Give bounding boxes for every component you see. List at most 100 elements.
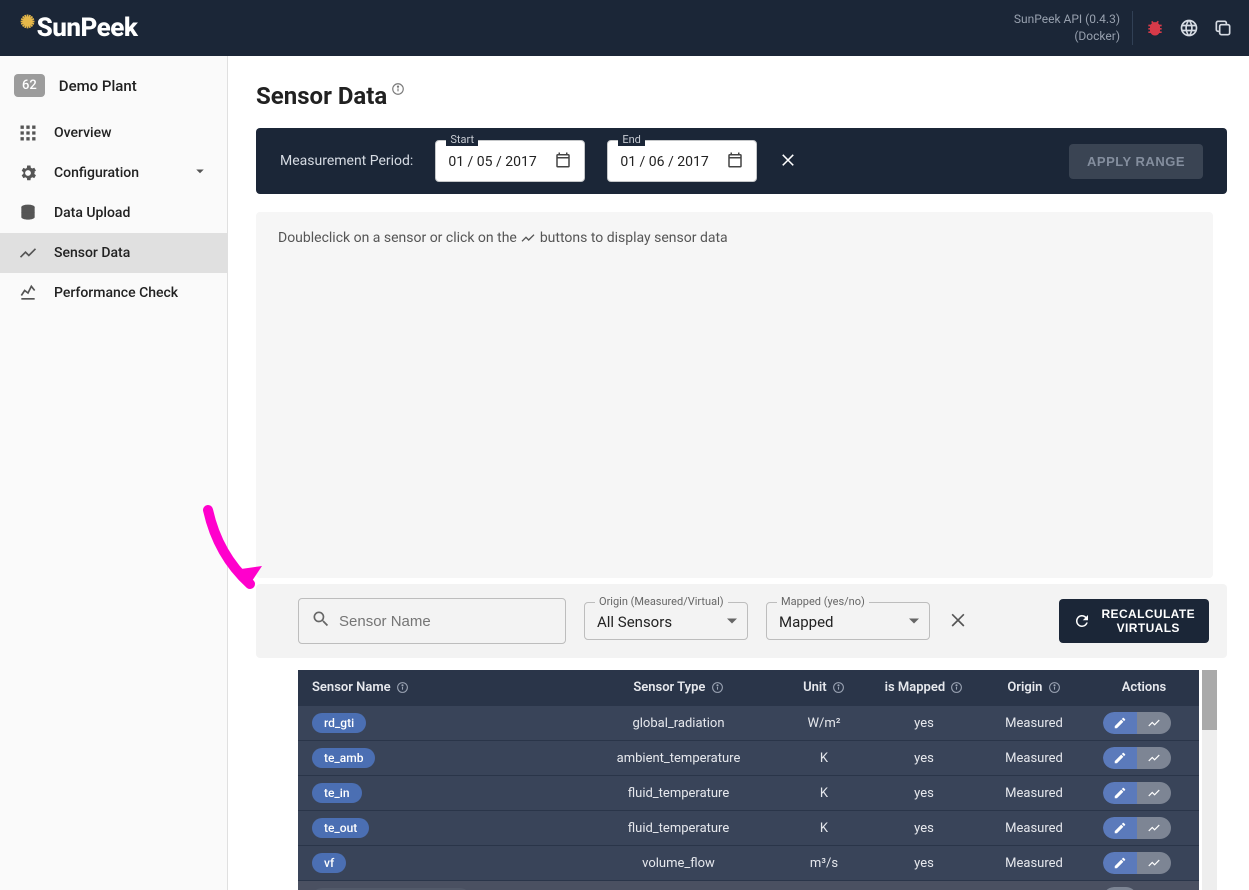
- sidebar-item-overview[interactable]: Overview: [0, 113, 227, 153]
- chevron-down-icon: [727, 619, 737, 624]
- api-info: SunPeek API (0.4.3) (Docker): [1014, 11, 1133, 45]
- table-row[interactable]: te_outfluid_temperatureKyesMeasured: [298, 811, 1199, 846]
- gear-icon: [18, 163, 38, 183]
- sensor-actions: [1089, 846, 1199, 881]
- table-row[interactable]: aoi__virtual__array_arconangle__90_90deg…: [298, 881, 1199, 890]
- info-icon: [832, 681, 845, 694]
- sun-icon: ✺: [20, 12, 35, 33]
- sensor-type: fluid_temperature: [578, 776, 779, 811]
- mapped-select[interactable]: Mapped (yes/no) Mapped: [766, 602, 930, 640]
- plot-button[interactable]: [1137, 852, 1171, 874]
- table-row[interactable]: te_in fluid_temperatureKyesMeasured: [298, 776, 1199, 811]
- chevron-down-icon: [909, 619, 919, 624]
- table-row[interactable]: te_ambambient_temperatureKyesMeasured: [298, 741, 1199, 776]
- sensor-type: global_radiation: [578, 706, 779, 741]
- sidebar-item-label: Performance Check: [54, 285, 178, 301]
- sensor-search-input[interactable]: [298, 598, 566, 644]
- app-name: SunPeek: [37, 13, 138, 43]
- chart-icon: [18, 283, 38, 303]
- plant-name: Demo Plant: [59, 77, 137, 95]
- sidebar-item-configuration[interactable]: Configuration: [0, 153, 227, 193]
- sensor-chip[interactable]: te_amb: [312, 748, 375, 768]
- table-row[interactable]: vfvolume_flowm³/syesMeasured: [298, 846, 1199, 881]
- sensor-unit: K: [779, 741, 869, 776]
- th-is-mapped[interactable]: is Mapped: [869, 670, 979, 706]
- chart-placeholder: Doubleclick on a sensor or click on the …: [256, 212, 1213, 578]
- end-date-input[interactable]: End 01 / 06 / 2017: [607, 140, 757, 182]
- sensor-chip[interactable]: vf: [312, 853, 346, 873]
- edit-button[interactable]: [1103, 747, 1137, 769]
- origin-select[interactable]: Origin (Measured/Virtual) All Sensors: [584, 602, 748, 640]
- main-content: Sensor Data Measurement Period: Start 01…: [228, 56, 1249, 890]
- sidebar-item-label: Configuration: [54, 165, 139, 181]
- recalculate-virtuals-button[interactable]: RECALCULATE VIRTUALS: [1059, 599, 1209, 644]
- hint-text-b: buttons to display sensor data: [540, 230, 728, 246]
- sensor-origin: Measured: [979, 776, 1089, 811]
- globe-icon[interactable]: [1177, 16, 1201, 40]
- apply-range-button[interactable]: APPLY RANGE: [1069, 144, 1203, 179]
- edit-button[interactable]: [1103, 782, 1137, 804]
- sensor-chip[interactable]: rd_gti: [312, 713, 366, 733]
- plant-selector[interactable]: 62 Demo Plant: [0, 74, 227, 113]
- origin-value: All Sensors: [597, 613, 672, 631]
- plot-button[interactable]: [1137, 817, 1171, 839]
- sensor-mapped: yes: [869, 706, 979, 741]
- info-icon[interactable]: [391, 82, 405, 100]
- plot-button[interactable]: [1137, 782, 1171, 804]
- page-title: Sensor Data: [256, 82, 1237, 110]
- chevron-down-icon: [191, 162, 209, 184]
- sidebar-item-performance-check[interactable]: Performance Check: [0, 273, 227, 313]
- edit-button[interactable]: [1103, 852, 1137, 874]
- sensor-actions: [1089, 776, 1199, 811]
- info-icon: [711, 681, 724, 694]
- sensor-chip[interactable]: te_out: [312, 818, 369, 838]
- sensor-mapped: yes: [869, 811, 979, 846]
- th-sensor-name[interactable]: Sensor Name: [298, 670, 578, 706]
- sensor-mapped: yes: [869, 776, 979, 811]
- sidebar-item-data-upload[interactable]: Data Upload: [0, 193, 227, 233]
- sensor-actions: [1089, 881, 1199, 890]
- sensor-type: volume_flow: [578, 846, 779, 881]
- plot-button[interactable]: [1137, 747, 1171, 769]
- api-version-text: SunPeek API (0.4.3): [1014, 11, 1120, 28]
- table-scrollbar[interactable]: [1202, 670, 1217, 890]
- th-unit[interactable]: Unit: [779, 670, 869, 706]
- th-actions: Actions: [1089, 670, 1199, 706]
- sensor-mapped: yes: [869, 881, 979, 890]
- calendar-icon: [554, 151, 572, 173]
- sensor-unit: K: [779, 776, 869, 811]
- bug-icon[interactable]: [1143, 16, 1167, 40]
- period-label: Measurement Period:: [280, 153, 413, 169]
- app-logo[interactable]: ✺ SunPeek: [20, 13, 137, 43]
- clear-dates-button[interactable]: [779, 150, 797, 172]
- sensor-type: angle__90_90: [578, 881, 779, 890]
- measurement-period-bar: Measurement Period: Start 01 / 05 / 2017…: [256, 128, 1227, 194]
- sensor-origin: Measured: [979, 706, 1089, 741]
- edit-button[interactable]: [1103, 712, 1137, 734]
- filter-bar: Origin (Measured/Virtual) All Sensors Ma…: [256, 584, 1227, 658]
- sensor-chip[interactable]: te_in: [312, 783, 362, 803]
- info-icon: [396, 681, 409, 694]
- sidebar-item-sensor-data[interactable]: Sensor Data: [0, 233, 227, 273]
- table-row[interactable]: rd_gtiglobal_radiationW/m²yesMeasured: [298, 706, 1199, 741]
- th-origin[interactable]: Origin: [979, 670, 1089, 706]
- sidebar: 62 Demo Plant Overview Configuration Dat…: [0, 56, 228, 890]
- sensor-unit: deg: [779, 881, 869, 890]
- start-date-input[interactable]: Start 01 / 05 / 2017: [435, 140, 585, 182]
- start-date-value: 01 / 05 / 2017: [448, 154, 536, 170]
- info-icon: [950, 681, 963, 694]
- plant-id-badge: 62: [14, 74, 45, 97]
- search-field[interactable]: [339, 613, 553, 630]
- clear-filters-button[interactable]: [948, 609, 968, 633]
- sensor-actions: [1089, 811, 1199, 846]
- copy-icon[interactable]: [1211, 16, 1235, 40]
- edit-button[interactable]: [1103, 817, 1137, 839]
- trend-icon: [520, 230, 536, 246]
- calendar-icon: [726, 151, 744, 173]
- th-sensor-type[interactable]: Sensor Type: [578, 670, 779, 706]
- trend-icon: [18, 243, 38, 263]
- plot-button[interactable]: [1137, 712, 1171, 734]
- search-icon: [311, 609, 331, 633]
- mapped-value: Mapped: [779, 613, 834, 631]
- database-icon: [18, 203, 38, 223]
